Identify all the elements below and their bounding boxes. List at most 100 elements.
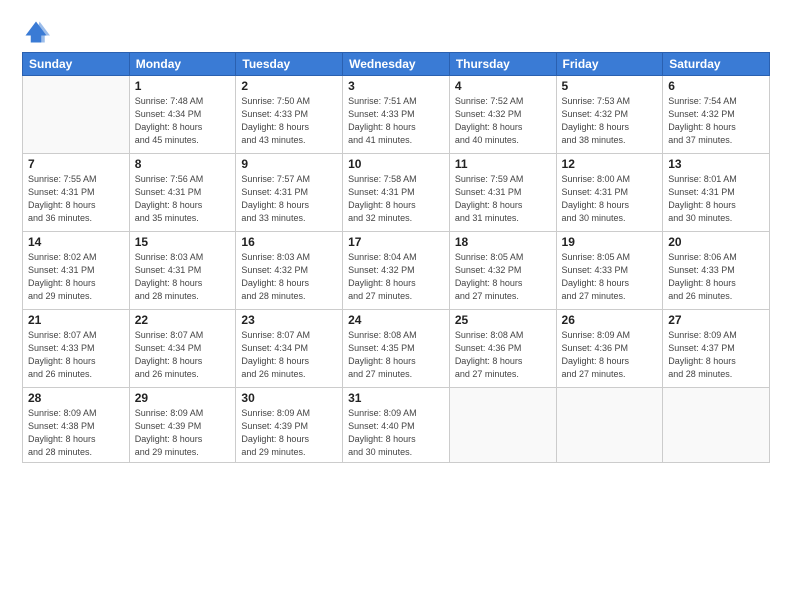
calendar-cell: 31 Sunrise: 8:09 AM Sunset: 4:40 PM Dayli… [343, 388, 450, 463]
calendar-cell: 21 Sunrise: 8:07 AM Sunset: 4:33 PM Dayli… [23, 310, 130, 388]
day-info: Sunrise: 8:00 AM Sunset: 4:31 PM Dayligh… [562, 173, 658, 225]
calendar-cell: 18Sunrise: 8:05 AM Sunset: 4:32 PM Dayli… [449, 232, 556, 310]
calendar-cell: 17 Sunrise: 8:04 AM Sunset: 4:32 PM Dayli… [343, 232, 450, 310]
calendar-cell: 9 Sunrise: 7:57 AM Sunset: 4:31 PM Daylig… [236, 154, 343, 232]
calendar-cell: 29 Sunrise: 8:09 AM Sunset: 4:39 PM Dayli… [129, 388, 236, 463]
calendar-cell: 20Sunrise: 8:06 AM Sunset: 4:33 PM Dayli… [663, 232, 770, 310]
day-info: Sunrise: 7:54 AM Sunset: 4:32 PM Dayligh… [668, 95, 764, 147]
day-header-thursday: Thursday [449, 53, 556, 76]
day-info: Sunrise: 8:09 AM Sunset: 4:38 PM Dayligh… [28, 407, 124, 459]
calendar-cell: 30 Sunrise: 8:09 AM Sunset: 4:39 PM Dayli… [236, 388, 343, 463]
day-number: 21 [28, 313, 124, 327]
calendar-cell: 2 Sunrise: 7:50 AM Sunset: 4:33 PM Daylig… [236, 76, 343, 154]
day-number: 23 [241, 313, 337, 327]
day-number: 6 [668, 79, 764, 93]
day-header-saturday: Saturday [663, 53, 770, 76]
day-info: Sunrise: 8:02 AM Sunset: 4:31 PM Dayligh… [28, 251, 124, 303]
week-row-3: 14 Sunrise: 8:02 AM Sunset: 4:31 PM Dayli… [23, 232, 770, 310]
day-info: Sunrise: 8:04 AM Sunset: 4:32 PM Dayligh… [348, 251, 444, 303]
day-number: 30 [241, 391, 337, 405]
page: SundayMondayTuesdayWednesdayThursdayFrid… [0, 0, 792, 612]
day-number: 28 [28, 391, 124, 405]
day-number: 19 [562, 235, 658, 249]
calendar: SundayMondayTuesdayWednesdayThursdayFrid… [22, 52, 770, 463]
header [22, 18, 770, 46]
day-info: Sunrise: 8:08 AM Sunset: 4:35 PM Dayligh… [348, 329, 444, 381]
calendar-cell: 22 Sunrise: 8:07 AM Sunset: 4:34 PM Dayli… [129, 310, 236, 388]
day-number: 14 [28, 235, 124, 249]
day-number: 16 [241, 235, 337, 249]
day-number: 4 [455, 79, 551, 93]
day-info: Sunrise: 7:56 AM Sunset: 4:31 PM Dayligh… [135, 173, 231, 225]
day-number: 13 [668, 157, 764, 171]
calendar-cell: 15Sunrise: 8:03 AM Sunset: 4:31 PM Dayli… [129, 232, 236, 310]
calendar-cell [556, 388, 663, 463]
calendar-body: 1 Sunrise: 7:48 AM Sunset: 4:34 PM Daylig… [23, 76, 770, 463]
day-number: 10 [348, 157, 444, 171]
header-row: SundayMondayTuesdayWednesdayThursdayFrid… [23, 53, 770, 76]
day-info: Sunrise: 8:07 AM Sunset: 4:34 PM Dayligh… [135, 329, 231, 381]
calendar-cell: 24Sunrise: 8:08 AM Sunset: 4:35 PM Dayli… [343, 310, 450, 388]
day-info: Sunrise: 7:57 AM Sunset: 4:31 PM Dayligh… [241, 173, 337, 225]
week-row-1: 1 Sunrise: 7:48 AM Sunset: 4:34 PM Daylig… [23, 76, 770, 154]
day-number: 15 [135, 235, 231, 249]
day-info: Sunrise: 8:09 AM Sunset: 4:39 PM Dayligh… [241, 407, 337, 459]
day-number: 20 [668, 235, 764, 249]
day-info: Sunrise: 8:09 AM Sunset: 4:37 PM Dayligh… [668, 329, 764, 381]
day-number: 22 [135, 313, 231, 327]
calendar-cell: 1 Sunrise: 7:48 AM Sunset: 4:34 PM Daylig… [129, 76, 236, 154]
day-info: Sunrise: 7:59 AM Sunset: 4:31 PM Dayligh… [455, 173, 551, 225]
week-row-4: 21 Sunrise: 8:07 AM Sunset: 4:33 PM Dayli… [23, 310, 770, 388]
calendar-cell: 19 Sunrise: 8:05 AM Sunset: 4:33 PM Dayli… [556, 232, 663, 310]
calendar-cell: 11 Sunrise: 7:59 AM Sunset: 4:31 PM Dayli… [449, 154, 556, 232]
day-info: Sunrise: 8:07 AM Sunset: 4:34 PM Dayligh… [241, 329, 337, 381]
day-header-sunday: Sunday [23, 53, 130, 76]
day-info: Sunrise: 7:58 AM Sunset: 4:31 PM Dayligh… [348, 173, 444, 225]
calendar-cell: 7 Sunrise: 7:55 AM Sunset: 4:31 PM Daylig… [23, 154, 130, 232]
day-info: Sunrise: 7:52 AM Sunset: 4:32 PM Dayligh… [455, 95, 551, 147]
day-header-friday: Friday [556, 53, 663, 76]
day-info: Sunrise: 8:03 AM Sunset: 4:32 PM Dayligh… [241, 251, 337, 303]
day-number: 1 [135, 79, 231, 93]
day-number: 2 [241, 79, 337, 93]
calendar-cell: 12Sunrise: 8:00 AM Sunset: 4:31 PM Dayli… [556, 154, 663, 232]
week-row-2: 7 Sunrise: 7:55 AM Sunset: 4:31 PM Daylig… [23, 154, 770, 232]
calendar-cell: 14 Sunrise: 8:02 AM Sunset: 4:31 PM Dayli… [23, 232, 130, 310]
day-number: 31 [348, 391, 444, 405]
day-header-monday: Monday [129, 53, 236, 76]
day-number: 29 [135, 391, 231, 405]
day-number: 17 [348, 235, 444, 249]
day-number: 7 [28, 157, 124, 171]
day-info: Sunrise: 8:05 AM Sunset: 4:33 PM Dayligh… [562, 251, 658, 303]
calendar-cell: 6 Sunrise: 7:54 AM Sunset: 4:32 PM Daylig… [663, 76, 770, 154]
logo [22, 18, 54, 46]
calendar-cell: 13 Sunrise: 8:01 AM Sunset: 4:31 PM Dayli… [663, 154, 770, 232]
day-info: Sunrise: 8:09 AM Sunset: 4:39 PM Dayligh… [135, 407, 231, 459]
calendar-cell: 26Sunrise: 8:09 AM Sunset: 4:36 PM Dayli… [556, 310, 663, 388]
day-info: Sunrise: 8:01 AM Sunset: 4:31 PM Dayligh… [668, 173, 764, 225]
day-number: 25 [455, 313, 551, 327]
day-number: 11 [455, 157, 551, 171]
calendar-cell: 28 Sunrise: 8:09 AM Sunset: 4:38 PM Dayli… [23, 388, 130, 463]
day-info: Sunrise: 7:51 AM Sunset: 4:33 PM Dayligh… [348, 95, 444, 147]
day-number: 9 [241, 157, 337, 171]
day-number: 3 [348, 79, 444, 93]
day-info: Sunrise: 8:09 AM Sunset: 4:40 PM Dayligh… [348, 407, 444, 459]
logo-icon [22, 18, 50, 46]
day-number: 8 [135, 157, 231, 171]
calendar-cell [23, 76, 130, 154]
day-info: Sunrise: 8:09 AM Sunset: 4:36 PM Dayligh… [562, 329, 658, 381]
day-info: Sunrise: 7:48 AM Sunset: 4:34 PM Dayligh… [135, 95, 231, 147]
day-info: Sunrise: 7:50 AM Sunset: 4:33 PM Dayligh… [241, 95, 337, 147]
calendar-cell: 16 Sunrise: 8:03 AM Sunset: 4:32 PM Dayli… [236, 232, 343, 310]
calendar-cell: 25Sunrise: 8:08 AM Sunset: 4:36 PM Dayli… [449, 310, 556, 388]
week-row-5: 28 Sunrise: 8:09 AM Sunset: 4:38 PM Dayli… [23, 388, 770, 463]
day-number: 27 [668, 313, 764, 327]
day-header-wednesday: Wednesday [343, 53, 450, 76]
day-info: Sunrise: 7:55 AM Sunset: 4:31 PM Dayligh… [28, 173, 124, 225]
calendar-cell: 5Sunrise: 7:53 AM Sunset: 4:32 PM Daylig… [556, 76, 663, 154]
calendar-cell: 8 Sunrise: 7:56 AM Sunset: 4:31 PM Daylig… [129, 154, 236, 232]
day-info: Sunrise: 8:07 AM Sunset: 4:33 PM Dayligh… [28, 329, 124, 381]
day-info: Sunrise: 7:53 AM Sunset: 4:32 PM Dayligh… [562, 95, 658, 147]
calendar-cell [663, 388, 770, 463]
